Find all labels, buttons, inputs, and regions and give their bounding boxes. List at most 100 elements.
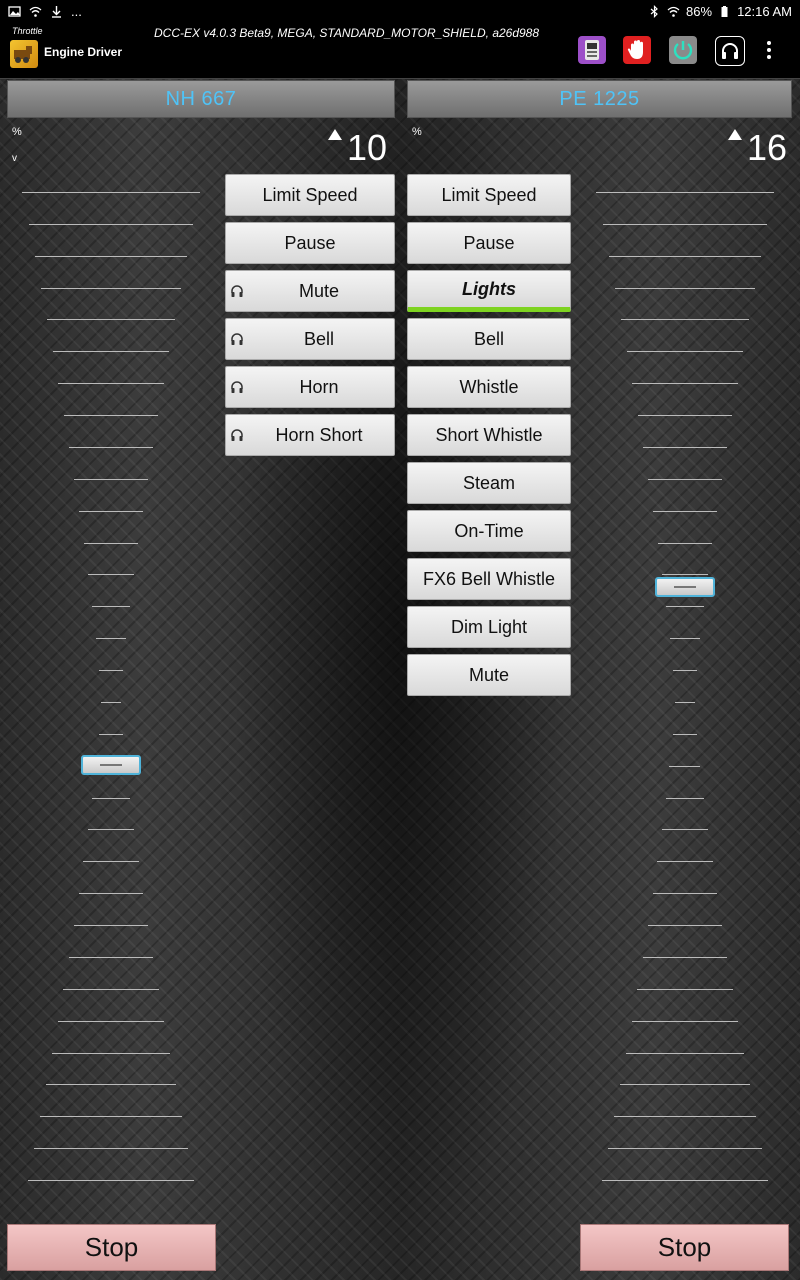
slider-tick (68, 956, 154, 958)
function-label: Whistle (459, 376, 519, 397)
function-button-left[interactable]: Horn (225, 366, 395, 408)
slider-tick (647, 925, 723, 927)
slider-tick (642, 956, 728, 958)
speed-value-right: 16 (747, 127, 788, 168)
slider-tick (621, 319, 749, 321)
function-label: Limit Speed (262, 184, 358, 205)
stop-button-left[interactable]: Stop (7, 1224, 216, 1271)
slider-tick (657, 861, 713, 863)
function-label: Mute (298, 280, 340, 301)
slider-tick (614, 1116, 756, 1118)
slider-tick (91, 797, 131, 799)
slider-tick (666, 606, 704, 608)
function-button-right[interactable]: On-Time (407, 510, 571, 552)
function-label: Bell (303, 328, 334, 349)
function-button-right[interactable]: Steam (407, 462, 571, 504)
stop-button-right[interactable]: Stop (580, 1224, 789, 1271)
battery-percent: 86% (686, 4, 713, 19)
function-button-left[interactable]: Limit Speed (225, 174, 395, 216)
speed-unit-right: % (412, 126, 422, 138)
function-button-left[interactable]: Bell (225, 318, 395, 360)
slider-tick (608, 1148, 762, 1150)
slider-tick (69, 446, 153, 448)
download-icon (52, 6, 61, 18)
headset-icon (231, 381, 243, 393)
function-button-right[interactable]: FX6 Bell Whistle (407, 558, 571, 600)
slider-tick (87, 829, 135, 831)
function-button-right[interactable]: Pause (407, 222, 571, 264)
function-label: Short Whistle (435, 424, 543, 445)
function-label: Steam (462, 472, 516, 493)
slider-tick (657, 542, 713, 544)
function-label: Pause (463, 232, 515, 253)
headset-icon (231, 429, 243, 441)
function-button-left[interactable]: Horn Short (225, 414, 395, 456)
function-button-right[interactable]: Lights (407, 270, 571, 312)
slider-tick (669, 638, 701, 640)
slider-tick (40, 1116, 182, 1118)
function-label: Horn Short (275, 424, 363, 445)
function-button-right[interactable]: Whistle (407, 366, 571, 408)
function-label: Pause (284, 232, 336, 253)
slider-tick (78, 893, 144, 895)
slider-tick (63, 988, 159, 990)
slider-tick (63, 415, 159, 417)
slider-tick (601, 1180, 768, 1181)
signal-wifi-icon (667, 6, 680, 17)
function-button-right[interactable]: Mute (407, 654, 571, 696)
slider-tick (57, 1020, 165, 1022)
more-notifications-icon: ... (71, 4, 82, 19)
function-button-right[interactable]: Limit Speed (407, 174, 571, 216)
function-button-left[interactable]: Mute (225, 270, 395, 312)
server-info: DCC-EX v4.0.3 Beta9, MEGA, STANDARD_MOTO… (154, 26, 540, 40)
slider-tick (661, 829, 709, 831)
function-label: Mute (468, 664, 510, 685)
function-label: Lights (462, 278, 516, 299)
function-button-right[interactable]: Short Whistle (407, 414, 571, 456)
slider-tick (79, 510, 143, 512)
slider-tick (22, 192, 200, 193)
app-bar: Throttle Engine Driver DCC-EX v4.0.3 Bet… (0, 24, 800, 79)
slider-tick (673, 670, 697, 672)
loco-select-right[interactable]: PE 1225 (407, 80, 792, 118)
function-button-left[interactable]: Pause (225, 222, 395, 264)
function-label: FX6 Bell Whistle (422, 568, 556, 589)
layout-icon (585, 40, 599, 60)
speed-unit-left: % (12, 126, 22, 138)
slider-tick (665, 797, 705, 799)
headset-button[interactable] (715, 36, 745, 66)
slider-tick (100, 701, 122, 703)
image-icon (8, 6, 21, 17)
slider-tick (34, 1148, 188, 1150)
slider-tick (73, 925, 149, 927)
slider-tick (98, 733, 124, 735)
slider-tick (28, 223, 194, 225)
slider-tick (652, 893, 718, 895)
slider-tick (52, 351, 170, 353)
slider-tick (674, 701, 696, 703)
slider-tick (631, 1020, 739, 1022)
slider-tick (662, 574, 708, 576)
track-power-button[interactable] (669, 36, 697, 64)
slider-thumb[interactable] (81, 755, 141, 776)
forward-direction-icon-right (728, 129, 742, 140)
app-small-title: Throttle (12, 26, 43, 36)
loco-select-left[interactable]: NH 667 (7, 80, 395, 118)
speed-value-left: 10 (347, 127, 388, 168)
direction-indicator-left: v (12, 153, 17, 164)
loco-address-right: PE 1225 (559, 87, 640, 110)
wifi-icon (29, 6, 42, 17)
slider-tick (669, 765, 701, 767)
slider-tick (626, 351, 744, 353)
slider-thumb[interactable] (655, 577, 715, 598)
overflow-menu-button[interactable] (757, 36, 781, 64)
app-name: Engine Driver (44, 45, 123, 59)
headset-icon (231, 285, 243, 297)
slider-tick (626, 1052, 744, 1054)
emergency-stop-button[interactable] (623, 36, 651, 64)
forward-direction-icon-left (328, 129, 342, 140)
layout-button[interactable] (578, 36, 606, 64)
slider-tick (83, 861, 139, 863)
function-button-right[interactable]: Dim Light (407, 606, 571, 648)
function-button-right[interactable]: Bell (407, 318, 571, 360)
